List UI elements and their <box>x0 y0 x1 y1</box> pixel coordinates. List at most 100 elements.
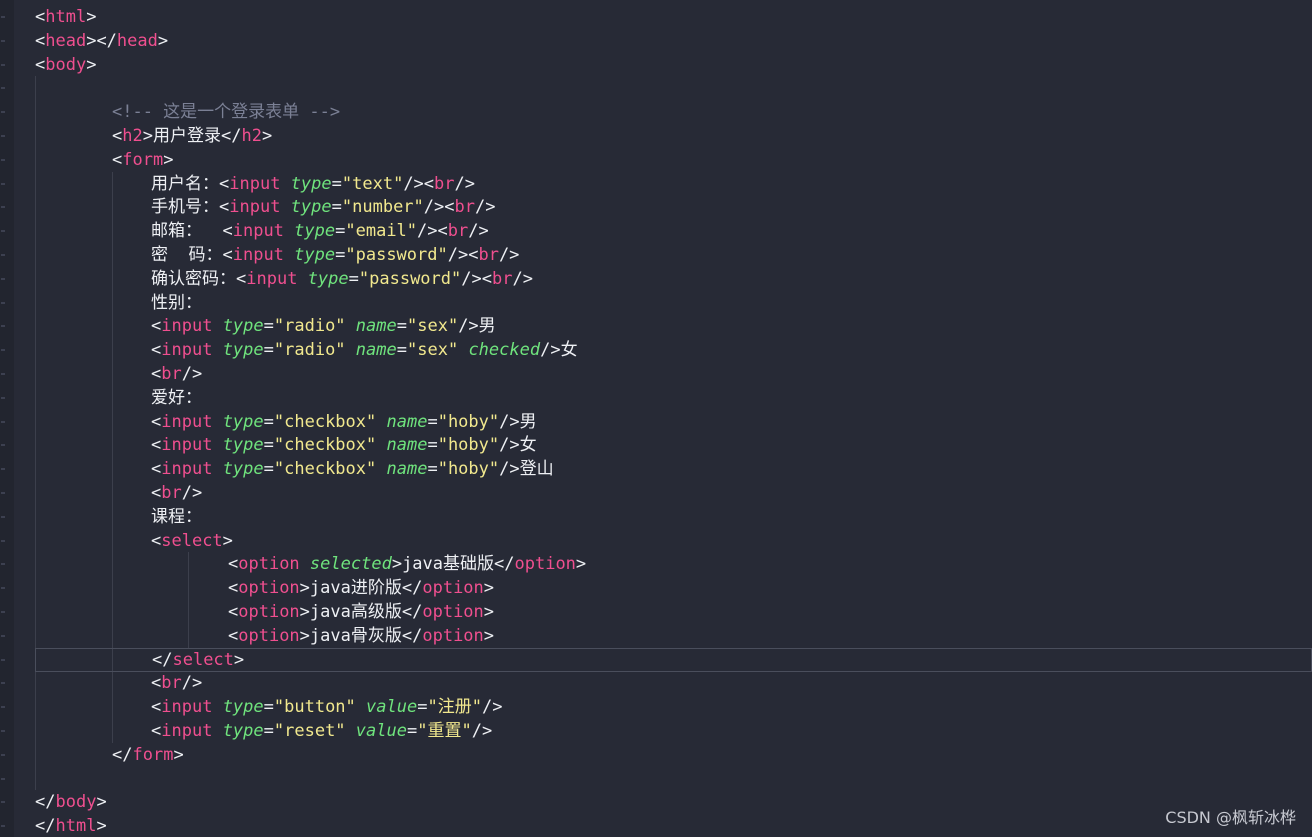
code-token-punct: /> <box>499 435 520 456</box>
code-token-punct: </ <box>35 792 56 813</box>
code-token-str: "radio" <box>273 340 346 361</box>
code-token-punct: /> <box>512 268 533 289</box>
code-token-attr: name <box>386 459 428 480</box>
code-token-punct: < <box>219 173 230 194</box>
code-token-tag: br <box>161 364 182 384</box>
code-token-punct: > <box>157 30 169 51</box>
code-token-punct: /> <box>181 483 203 503</box>
code-token-punct: = <box>263 459 274 480</box>
code-token-tag: input <box>161 340 213 361</box>
code-token-punct: > <box>142 126 153 146</box>
gutter-line-marker <box>1 706 5 709</box>
code-token-punct: < <box>228 578 239 599</box>
code-token-punct: > <box>391 554 403 575</box>
code-token-str: "checkbox" <box>273 435 377 456</box>
code-token-tag: option <box>238 554 300 575</box>
code-token-tag: html <box>45 7 87 27</box>
gutter-line-marker <box>1 158 5 161</box>
code-token-punct: />< <box>447 245 479 265</box>
code-token-punct: = <box>263 340 274 361</box>
code-token-punct: < <box>35 7 46 27</box>
code-token-punct: /> <box>499 411 520 432</box>
code-token-attr: name <box>386 411 428 432</box>
code-token-text: 女 <box>560 340 578 361</box>
code-token-punct: > <box>96 816 107 837</box>
code-token-tag: input <box>232 245 284 265</box>
gutter-line-marker <box>1 16 5 18</box>
code-token-punct: < <box>151 340 162 361</box>
code-token-str: "text" <box>341 173 404 194</box>
gutter-line-marker <box>1 468 5 471</box>
code-token-str: "重置" <box>417 721 472 741</box>
code-token-punct: </ <box>220 126 242 146</box>
code-token-tag: br <box>491 268 513 289</box>
gutter-line-marker <box>1 325 5 328</box>
code-token-punct: /> <box>474 197 496 218</box>
code-token-text: 男 <box>519 411 537 432</box>
code-token-punct: > <box>173 744 184 765</box>
code-token-str: "reset" <box>273 721 346 741</box>
gutter-line-marker <box>1 135 5 137</box>
code-token-str: "注册" <box>427 697 482 718</box>
code-editor[interactable]: <html> <head></head> <body> <!-- 这是一个登录表单 -… <box>0 0 1312 837</box>
code-token-punct: = <box>396 316 407 337</box>
code-token-punct: < <box>151 697 162 718</box>
code-token-punct: < <box>228 602 239 622</box>
code-token-attr: type <box>294 245 336 265</box>
code-token-tag: form <box>132 744 174 765</box>
code-token-punct: < <box>219 197 230 218</box>
gutter-line-marker <box>1 420 5 423</box>
gutter-line-marker <box>1 515 5 518</box>
code-token-attr: type <box>222 697 264 718</box>
code-token-text: 用户名： <box>151 173 219 194</box>
code-token-comment: <!-- 这是一个登录表单 --> <box>112 102 341 123</box>
code-token-str: "password" <box>358 268 462 289</box>
code-token-str: "sex" <box>407 340 459 361</box>
code-token-text: java高级版 <box>309 602 402 622</box>
gutter-line-marker <box>1 373 5 375</box>
code-token-str: "button" <box>273 697 356 718</box>
code-token-punct: </ <box>35 816 56 837</box>
code-token-punct: /> <box>468 221 489 242</box>
code-token-punct: > <box>261 126 273 146</box>
code-token-attr: name <box>386 435 428 456</box>
code-token-text: 女 <box>519 435 537 456</box>
code-token-tag: form <box>122 149 164 170</box>
code-token-tag: input <box>229 173 281 194</box>
gutter-line-marker <box>1 777 5 780</box>
code-token-tag: input <box>232 221 284 242</box>
code-token-punct: < <box>151 435 162 456</box>
code-token-tag: option <box>514 554 576 575</box>
code-token-str: "radio" <box>273 316 346 337</box>
code-token-punct: = <box>427 435 438 456</box>
code-token-attr: type <box>294 221 336 242</box>
code-token-attr: type <box>222 411 264 432</box>
code-token-punct: </ <box>401 625 423 646</box>
code-token-tag: select <box>161 530 223 551</box>
code-token-punct: < <box>112 149 123 170</box>
code-token-tag: body <box>55 792 97 813</box>
code-token-punct: < <box>112 126 123 146</box>
code-token-punct: ></ <box>86 30 117 51</box>
code-token-tag: select <box>172 649 234 670</box>
code-token-punct: = <box>335 221 346 242</box>
code-token-punct: </ <box>112 744 133 765</box>
code-token-punct: > <box>86 54 97 75</box>
code-token-text: 密 码： <box>151 245 223 265</box>
code-token-punct: />< <box>423 197 455 218</box>
code-token-attr: name <box>355 340 397 361</box>
code-line[interactable]: </select> <box>35 647 1312 672</box>
code-token-punct: = <box>263 697 274 718</box>
code-token-tag: html <box>55 816 97 837</box>
gutter-line-marker <box>1 801 5 804</box>
